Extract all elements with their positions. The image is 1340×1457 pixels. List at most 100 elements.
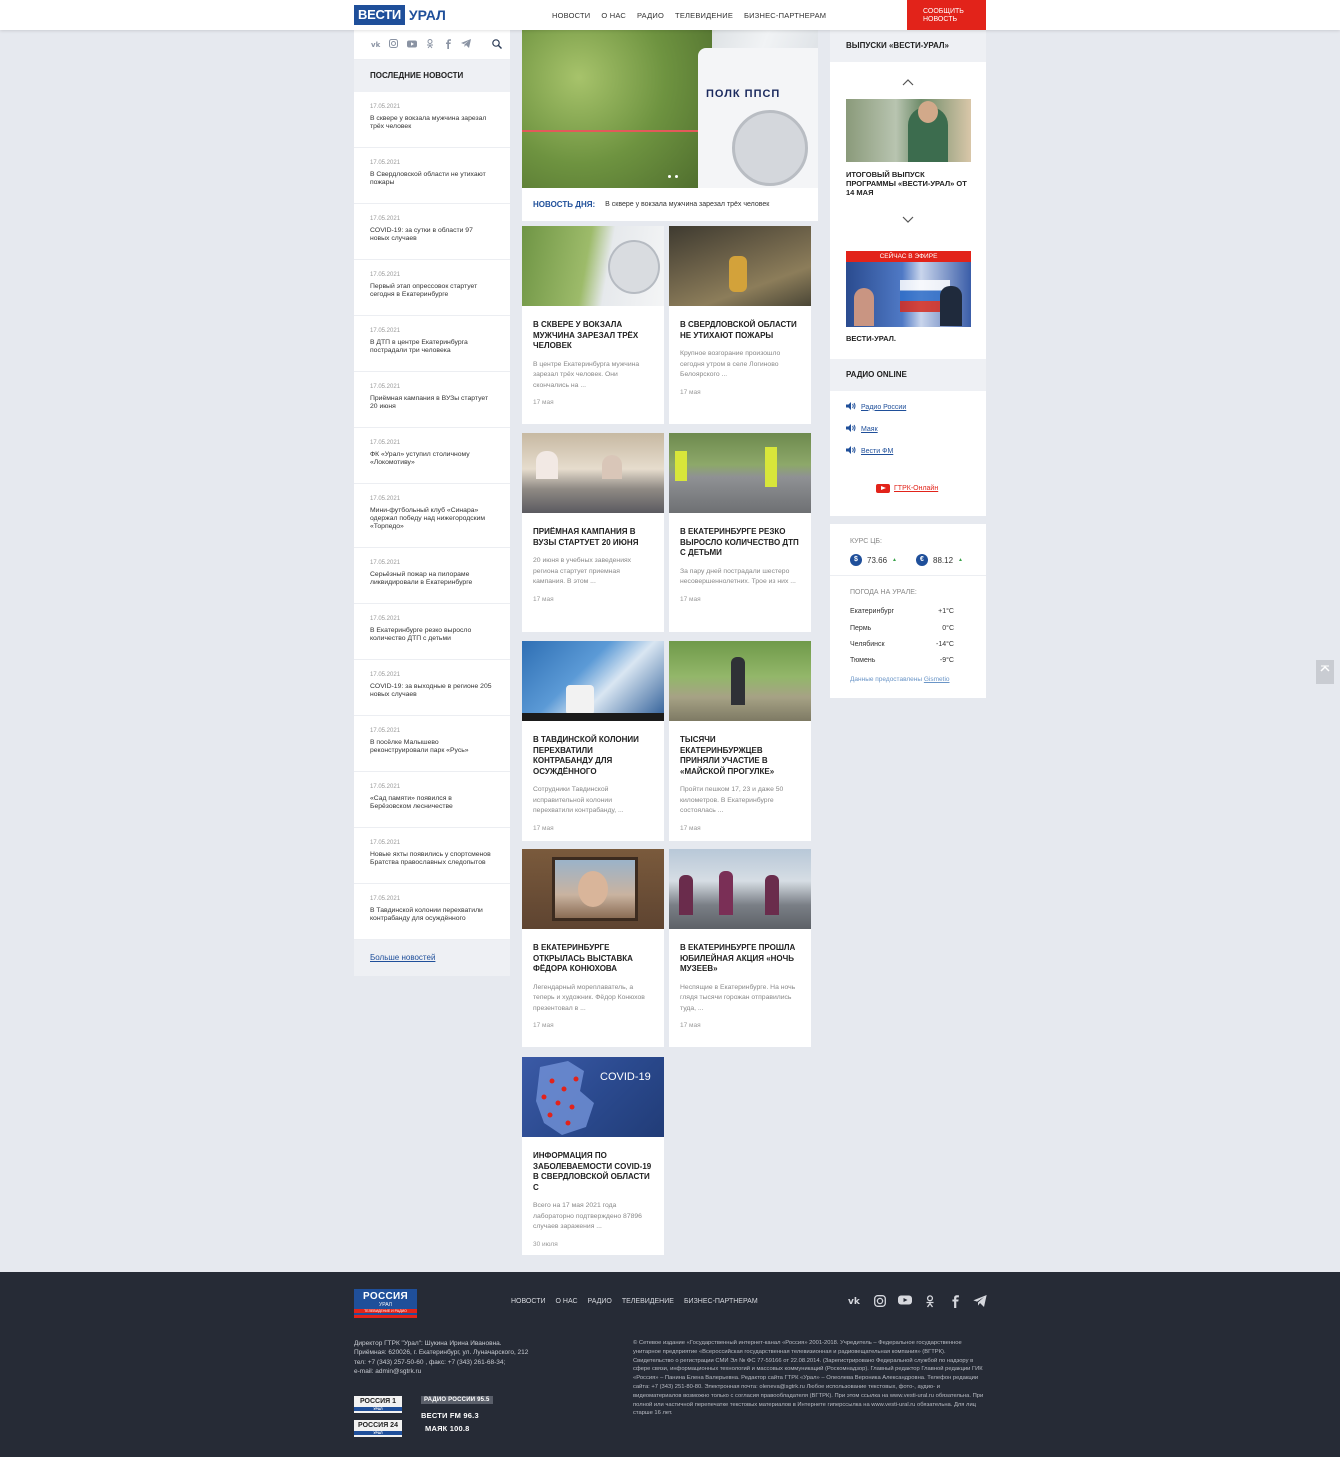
youtube-link-label[interactable]: ГТРК-Онлайн bbox=[894, 485, 938, 492]
telegram-icon[interactable] bbox=[460, 39, 471, 50]
card-title[interactable]: В СВЕРДЛОВСКОЙ ОБЛАСТИ НЕ УТИХАЮТ ПОЖАРЫ bbox=[680, 320, 800, 341]
odnoklassniki-icon[interactable] bbox=[424, 38, 435, 51]
card-title[interactable]: В ЕКАТЕРИНБУРГЕ ПРОШЛА ЮБИЛЕЙНАЯ АКЦИЯ «… bbox=[680, 943, 800, 975]
card-image[interactable]: COVID-19 bbox=[522, 1057, 664, 1137]
hero-image[interactable]: ПОЛК ППСП bbox=[522, 30, 818, 188]
card-image[interactable] bbox=[522, 226, 664, 306]
nav-tv[interactable]: ТЕЛЕВИДЕНИЕ bbox=[675, 11, 733, 20]
news-title[interactable]: COVID-19: за выходные в регионе 205 новы… bbox=[370, 683, 494, 699]
news-item[interactable]: 17.05.2021 Мини-футбольный клуб «Синара» … bbox=[354, 484, 510, 548]
nav-business[interactable]: БИЗНЕС-ПАРТНЕРАМ bbox=[744, 11, 826, 20]
youtube-icon[interactable] bbox=[406, 40, 417, 50]
russia-1-badge[interactable]: РОССИЯ 1 УРАЛ bbox=[354, 1396, 402, 1413]
mayak-badge[interactable]: МАЯК 100.8 bbox=[425, 1424, 469, 1433]
news-item[interactable]: 17.05.2021 В посёлке Малышево реконструир… bbox=[354, 716, 510, 772]
news-item[interactable]: 17.05.2021 Новые яхты появились у спортсм… bbox=[354, 828, 510, 884]
radio-link-label[interactable]: Радио России bbox=[861, 404, 906, 411]
footer-nav-radio[interactable]: РАДИО bbox=[588, 1298, 612, 1305]
news-title[interactable]: Приёмная кампания в ВУЗы стартует 20 июн… bbox=[370, 395, 494, 411]
odnoklassniki-icon[interactable] bbox=[923, 1295, 937, 1311]
vk-icon[interactable]: vk bbox=[370, 40, 381, 50]
card-image[interactable] bbox=[669, 433, 811, 513]
news-item[interactable]: 17.05.2021 Серьёзный пожар на пилораме ли… bbox=[354, 548, 510, 604]
news-card[interactable]: В СКВЕРЕ У ВОКЗАЛА МУЖЧИНА ЗАРЕЗАЛ ТРЁХ … bbox=[522, 226, 664, 424]
footer-nav-about[interactable]: О НАС bbox=[556, 1298, 578, 1305]
news-of-the-day[interactable]: ПОЛК ППСП НОВОСТЬ ДНЯ: В сквере у вокзал… bbox=[522, 30, 818, 221]
youtube-icon[interactable] bbox=[898, 1295, 912, 1311]
news-item[interactable]: 17.05.2021 ФК «Урал» уступил столичному «… bbox=[354, 428, 510, 484]
footer-nav-business[interactable]: БИЗНЕС-ПАРТНЕРАМ bbox=[684, 1298, 758, 1305]
nav-radio[interactable]: РАДИО bbox=[637, 11, 664, 20]
news-card[interactable]: ПРИЁМНАЯ КАМПАНИЯ В ВУЗЫ СТАРТУЕТ 20 ИЮН… bbox=[522, 433, 664, 632]
news-item[interactable]: 17.05.2021 Первый этап опрессовок стартуе… bbox=[354, 260, 510, 316]
card-title[interactable]: В ТАВДИНСКОЙ КОЛОНИИ ПЕРЕХВАТИЛИ КОНТРАБ… bbox=[533, 735, 653, 777]
video-title[interactable]: ИТОГОВЫЙ ВЫПУСК ПРОГРАММЫ «ВЕСТИ-УРАЛ» О… bbox=[846, 170, 974, 197]
news-card[interactable]: В ЕКАТЕРИНБУРГЕ ПРОШЛА ЮБИЛЕЙНАЯ АКЦИЯ «… bbox=[669, 849, 811, 1047]
card-title[interactable]: В ЕКАТЕРИНБУРГЕ РЕЗКО ВЫРОСЛО КОЛИЧЕСТВО… bbox=[680, 527, 800, 559]
news-title[interactable]: «Сад памяти» появился в Берёзовском лесн… bbox=[370, 795, 494, 811]
chevron-up-icon[interactable] bbox=[902, 78, 914, 88]
radio-link-vesti-fm[interactable]: Вести ФМ bbox=[846, 446, 893, 456]
news-item[interactable]: 17.05.2021 В Свердловской области не утих… bbox=[354, 148, 510, 204]
live-broadcast[interactable]: СЕЙЧАС В ЭФИРЕ bbox=[846, 251, 971, 327]
russia-24-badge[interactable]: РОССИЯ 24 УРАЛ bbox=[354, 1420, 402, 1437]
card-image[interactable] bbox=[669, 641, 811, 721]
news-item[interactable]: 17.05.2021 COVID-19: за сутки в области 9… bbox=[354, 204, 510, 260]
card-title[interactable]: ПРИЁМНАЯ КАМПАНИЯ В ВУЗЫ СТАРТУЕТ 20 ИЮН… bbox=[533, 527, 653, 548]
live-label[interactable]: ВЕСТИ-УРАЛ. bbox=[846, 334, 896, 343]
news-title[interactable]: В Екатеринбурге резко выросло количество… bbox=[370, 627, 494, 643]
news-item[interactable]: 17.05.2021 В Екатеринбурге резко выросло … bbox=[354, 604, 510, 660]
news-item[interactable]: 17.05.2021 В ДТП в центре Екатеринбурга п… bbox=[354, 316, 510, 372]
radio-link-label[interactable]: Вести ФМ bbox=[861, 448, 893, 455]
facebook-icon[interactable] bbox=[948, 1295, 962, 1311]
news-card[interactable]: В ЕКАТЕРИНБУРГЕ РЕЗКО ВЫРОСЛО КОЛИЧЕСТВО… bbox=[669, 433, 811, 632]
news-title[interactable]: Новые яхты появились у спортсменов Братс… bbox=[370, 851, 494, 867]
news-item[interactable]: 17.05.2021 В Тавдинской колонии перехвати… bbox=[354, 884, 510, 940]
news-card[interactable]: В ТАВДИНСКОЙ КОЛОНИИ ПЕРЕХВАТИЛИ КОНТРАБ… bbox=[522, 641, 664, 841]
card-image[interactable] bbox=[522, 641, 664, 721]
news-title[interactable]: В Свердловской области не утихают пожары bbox=[370, 171, 494, 187]
gismeteo-link[interactable]: Gismetio bbox=[924, 676, 950, 683]
vk-icon[interactable]: vk bbox=[848, 1295, 862, 1311]
news-item[interactable]: 17.05.2021 «Сад памяти» появился в Берёзо… bbox=[354, 772, 510, 828]
news-title[interactable]: COVID-19: за сутки в области 97 новых сл… bbox=[370, 227, 494, 243]
news-title[interactable]: Серьёзный пожар на пилораме ликвидировал… bbox=[370, 571, 494, 587]
news-title[interactable]: В Тавдинской колонии перехватили контраб… bbox=[370, 907, 494, 923]
radio-rossii-badge[interactable]: РАДИО РОССИИ 95.5 bbox=[421, 1396, 493, 1404]
news-card[interactable]: ТЫСЯЧИ ЕКАТЕРИНБУРЖЦЕВ ПРИНЯЛИ УЧАСТИЕ В… bbox=[669, 641, 811, 841]
news-title[interactable]: В ДТП в центре Екатеринбурга пострадали … bbox=[370, 339, 494, 355]
facebook-icon[interactable] bbox=[442, 38, 453, 51]
scroll-to-top-button[interactable] bbox=[1316, 660, 1334, 684]
news-title[interactable]: В посёлке Малышево реконструировали парк… bbox=[370, 739, 494, 755]
news-card[interactable]: В СВЕРДЛОВСКОЙ ОБЛАСТИ НЕ УТИХАЮТ ПОЖАРЫ… bbox=[669, 226, 811, 424]
instagram-icon[interactable] bbox=[873, 1295, 887, 1311]
news-item[interactable]: 17.05.2021 Приёмная кампания в ВУЗы старт… bbox=[354, 372, 510, 428]
radio-link-rossii[interactable]: Радио России bbox=[846, 402, 906, 412]
news-title[interactable]: ФК «Урал» уступил столичному «Локомотиву… bbox=[370, 451, 494, 467]
card-image[interactable] bbox=[669, 226, 811, 306]
card-image[interactable] bbox=[669, 849, 811, 929]
news-card[interactable]: В ЕКАТЕРИНБУРГЕ ОТКРЫЛАСЬ ВЫСТАВКА ФЁДОР… bbox=[522, 849, 664, 1047]
card-image[interactable] bbox=[522, 433, 664, 513]
footer-email[interactable]: e-mail: admin@sgtrk.ru bbox=[354, 1367, 604, 1376]
more-news-link[interactable]: Больше новостей bbox=[354, 940, 510, 976]
news-title[interactable]: В сквере у вокзала мужчина зарезал трёх … bbox=[370, 115, 494, 131]
slider-dots[interactable] bbox=[668, 175, 678, 178]
chevron-down-icon[interactable] bbox=[902, 216, 914, 226]
site-logo[interactable]: ВЕСТИ УРАЛ bbox=[354, 5, 446, 25]
telegram-icon[interactable] bbox=[973, 1295, 987, 1311]
news-item[interactable]: 17.05.2021 В сквере у вокзала мужчина зар… bbox=[354, 92, 510, 148]
footer-nav-news[interactable]: НОВОСТИ bbox=[511, 1298, 546, 1305]
news-item[interactable]: 17.05.2021 COVID-19: за выходные в регион… bbox=[354, 660, 510, 716]
nav-news[interactable]: НОВОСТИ bbox=[552, 11, 590, 20]
card-title[interactable]: ТЫСЯЧИ ЕКАТЕРИНБУРЖЦЕВ ПРИНЯЛИ УЧАСТИЕ В… bbox=[680, 735, 800, 777]
card-title[interactable]: В СКВЕРЕ У ВОКЗАЛА МУЖЧИНА ЗАРЕЗАЛ ТРЁХ … bbox=[533, 320, 653, 352]
news-title[interactable]: Мини-футбольный клуб «Синара» одержал по… bbox=[370, 507, 494, 531]
card-image[interactable] bbox=[522, 849, 664, 929]
search-icon[interactable] bbox=[491, 39, 502, 51]
vesti-fm-badge[interactable]: ВЕСТИ FM 96.3 bbox=[421, 1411, 479, 1420]
news-card[interactable]: COVID-19 ИНФОРМАЦИЯ ПО ЗАБОЛЕВАЕМОСТИ CO… bbox=[522, 1057, 664, 1255]
card-title[interactable]: ИНФОРМАЦИЯ ПО ЗАБОЛЕВАЕМОСТИ COVID-19 В … bbox=[533, 1151, 653, 1193]
nav-about[interactable]: О НАС bbox=[601, 11, 626, 20]
youtube-online-link[interactable]: ГТРК-Онлайн bbox=[876, 484, 938, 493]
